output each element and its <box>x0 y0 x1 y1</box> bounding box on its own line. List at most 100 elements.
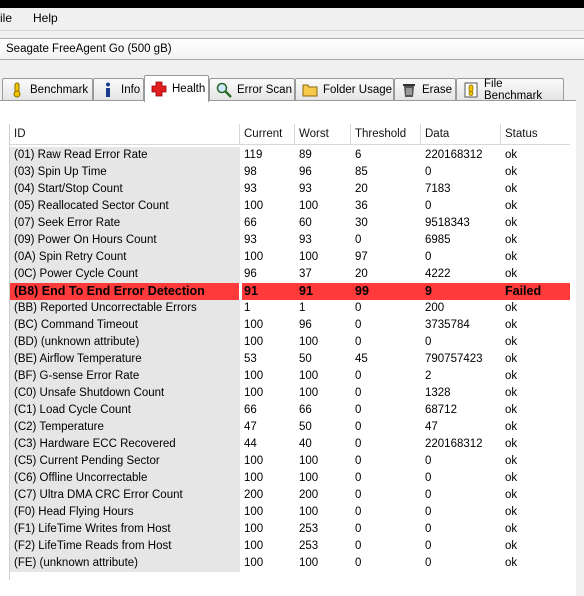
tab-benchmark[interactable]: Benchmark <box>2 78 93 100</box>
cell-data: 0 <box>425 166 432 178</box>
cell-id: (BC) Command Timeout <box>10 317 240 334</box>
cell-current: 100 <box>244 336 264 348</box>
table-row[interactable]: (07) Seek Error Rate 66 60 30 9518343 ok <box>10 215 570 232</box>
cell-current: 100 <box>244 319 264 331</box>
table-row[interactable]: (03) Spin Up Time 98 96 85 0 ok <box>10 164 570 181</box>
cell-id: (C2) Temperature <box>10 419 240 436</box>
cell-current: 100 <box>244 472 264 484</box>
trash-icon <box>401 82 417 98</box>
table-row[interactable]: (F1) LifeTime Writes from Host 100 253 0 0 ok <box>10 521 570 538</box>
cell-data: 2 <box>425 370 432 382</box>
cell-threshold: 30 <box>355 217 368 229</box>
tab-file-benchmark[interactable]: File Benchmark <box>456 78 564 102</box>
cell-status: ok <box>505 404 518 416</box>
table-row[interactable]: (0A) Spin Retry Count 100 100 97 0 ok <box>10 249 570 266</box>
header-threshold[interactable]: Threshold <box>351 124 421 144</box>
tab-info-label: Info <box>121 83 141 96</box>
cell-id: (F2) LifeTime Reads from Host <box>10 538 240 555</box>
table-row[interactable]: (01) Raw Read Error Rate 119 89 6 220168312 o… <box>10 147 570 164</box>
table-row[interactable]: (BF) G-sense Error Rate 100 100 0 2 ok <box>10 368 570 385</box>
cell-threshold: 0 <box>355 489 362 501</box>
cell-current: 119 <box>244 149 263 161</box>
cell-status: ok <box>505 149 518 161</box>
cell-status: ok <box>505 183 518 195</box>
table-row[interactable]: (C3) Hardware ECC Recovered 44 40 0 22016831… <box>10 436 570 453</box>
cell-data: 9 <box>421 283 501 300</box>
cell-status: ok <box>505 302 518 314</box>
tab-folder-usage[interactable]: Folder Usage <box>295 78 394 100</box>
cell-id: (C6) Offline Uncorrectable <box>10 470 240 487</box>
menu-help[interactable]: Help <box>33 11 58 25</box>
cell-current: 93 <box>244 183 257 195</box>
table-row[interactable]: (0C) Power Cycle Count 96 37 20 4222 ok <box>10 266 570 283</box>
table-row[interactable]: (BC) Command Timeout 100 96 0 3735784 ok <box>10 317 570 334</box>
drive-selector[interactable]: Seagate FreeAgent Go (500 gB) <box>0 38 584 60</box>
cell-threshold: 0 <box>355 234 362 246</box>
tab-erase[interactable]: Erase <box>394 78 456 100</box>
cell-worst: 100 <box>299 370 319 382</box>
cell-data: 0 <box>425 455 432 467</box>
cell-status: ok <box>505 438 518 450</box>
tab-error-scan[interactable]: Error Scan <box>209 78 295 100</box>
window-right-edge <box>576 75 584 596</box>
tab-erase-label: Erase <box>422 83 453 96</box>
cell-data: 0 <box>425 472 432 484</box>
cell-id: (C1) Load Cycle Count <box>10 402 240 419</box>
cell-worst: 100 <box>299 387 319 399</box>
table-row[interactable]: (BD) (unknown attribute) 100 100 0 0 ok <box>10 334 570 351</box>
table-row[interactable]: (BE) Airflow Temperature 53 50 45 790757423 o… <box>10 351 570 368</box>
table-row[interactable]: (B8) End To End Error Detection 91 91 99 9 Fa… <box>10 283 570 300</box>
cell-threshold: 0 <box>355 421 362 433</box>
cell-data: 6985 <box>425 234 451 246</box>
table-row[interactable]: (C2) Temperature 47 50 0 47 ok <box>10 419 570 436</box>
cell-status: ok <box>505 353 518 365</box>
cell-status: ok <box>505 268 518 280</box>
cell-threshold: 0 <box>355 523 362 535</box>
table-row[interactable]: (F0) Head Flying Hours 100 100 0 0 ok <box>10 504 570 521</box>
cell-data: 47 <box>425 421 438 433</box>
table-row[interactable]: (BB) Reported Uncorrectable Errors 1 1 0 200… <box>10 300 570 317</box>
cell-current: 66 <box>244 404 257 416</box>
cell-id: (B8) End To End Error Detection <box>10 283 240 300</box>
cell-threshold: 0 <box>355 336 362 348</box>
table-row[interactable]: (C0) Unsafe Shutdown Count 100 100 0 1328 ok <box>10 385 570 402</box>
table-row[interactable]: (05) Reallocated Sector Count 100 100 36 0 ok <box>10 198 570 215</box>
header-data[interactable]: Data <box>421 124 501 144</box>
table-row[interactable]: (09) Power On Hours Count 93 93 0 6985 ok <box>10 232 570 249</box>
cell-id: (0A) Spin Retry Count <box>10 249 240 266</box>
menu-file[interactable]: ile <box>0 11 12 25</box>
tab-health[interactable]: Health <box>144 75 209 102</box>
cell-status: ok <box>505 234 518 246</box>
cell-id: (07) Seek Error Rate <box>10 215 240 232</box>
cell-worst: 100 <box>299 472 319 484</box>
cell-threshold: 6 <box>355 149 362 161</box>
cell-current: 96 <box>244 268 257 280</box>
table-row[interactable]: (C7) Ultra DMA CRC Error Count 200 200 0 0 ok <box>10 487 570 504</box>
table-row[interactable]: (C5) Current Pending Sector 100 100 0 0 ok <box>10 453 570 470</box>
cell-worst: 50 <box>299 353 312 365</box>
table-row[interactable]: (C6) Offline Uncorrectable 100 100 0 0 ok <box>10 470 570 487</box>
header-status[interactable]: Status <box>501 124 570 144</box>
cell-worst: 93 <box>299 234 312 246</box>
cell-data: 790757423 <box>425 353 483 365</box>
cell-threshold: 20 <box>355 183 368 195</box>
smart-attributes-table[interactable]: ID Current Worst Threshold Data Status (… <box>9 124 570 580</box>
header-id[interactable]: ID <box>10 124 240 144</box>
table-row[interactable]: (04) Start/Stop Count 93 93 20 7183 ok <box>10 181 570 198</box>
cell-threshold: 36 <box>355 200 368 212</box>
table-row[interactable]: (FE) (unknown attribute) 100 100 0 0 ok <box>10 555 570 572</box>
header-worst[interactable]: Worst <box>295 124 351 144</box>
tab-info[interactable]: Info <box>93 78 144 100</box>
cell-threshold: 0 <box>355 319 362 331</box>
table-row[interactable]: (C1) Load Cycle Count 66 66 0 68712 ok <box>10 402 570 419</box>
cell-current: 47 <box>244 421 257 433</box>
cell-data: 0 <box>425 336 432 348</box>
table-row[interactable]: (F2) LifeTime Reads from Host 100 253 0 0 ok <box>10 538 570 555</box>
cell-worst: 100 <box>299 506 319 518</box>
health-cross-icon <box>151 81 167 97</box>
info-icon <box>100 82 116 98</box>
cell-current: 100 <box>244 370 264 382</box>
header-current[interactable]: Current <box>240 124 295 144</box>
cell-current: 100 <box>244 557 264 569</box>
cell-data: 0 <box>425 251 432 263</box>
